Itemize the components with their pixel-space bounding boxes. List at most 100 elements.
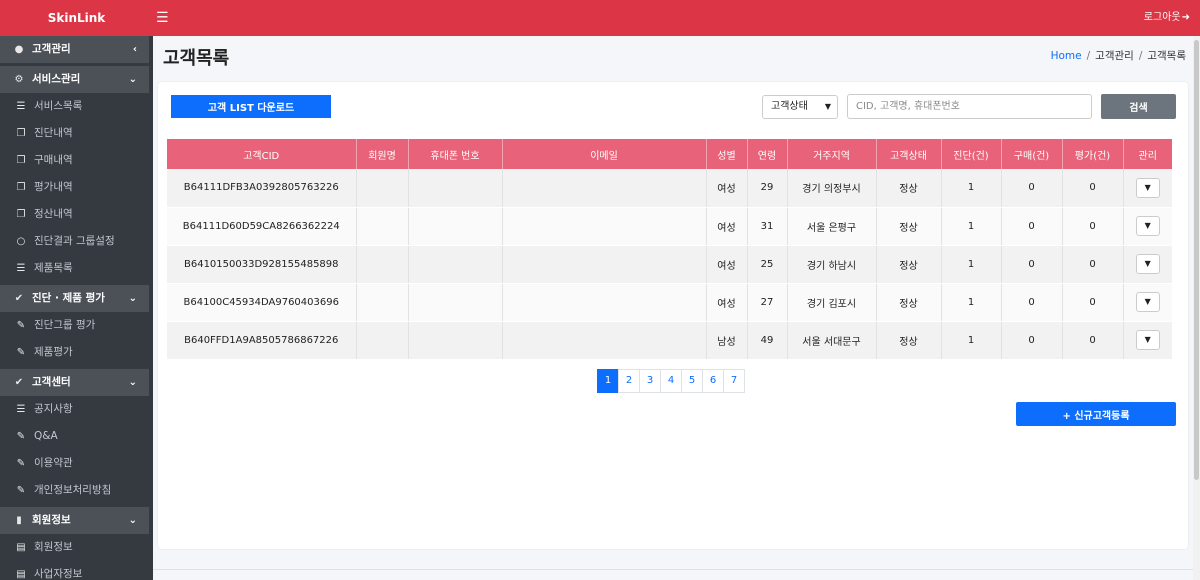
column-header[interactable]: 휴대폰 번호 xyxy=(408,139,503,169)
page-scrollbar[interactable] xyxy=(1193,36,1200,580)
table-cell: B64100C45934DA9760403696 xyxy=(167,283,357,322)
sidebar-item[interactable]: ❐ 평가내역 xyxy=(0,174,153,201)
sidebar-item[interactable]: ✎ 진단그룹 평가 xyxy=(0,312,153,339)
sidebar-item[interactable]: ❐ 진단내역 xyxy=(0,120,153,147)
sidebar-item-label: 서비스관리 xyxy=(32,73,81,85)
sidebar-item-label: 고객센터 xyxy=(32,376,71,388)
sidebar-item[interactable]: ✎ 제품평가 xyxy=(0,339,153,366)
sidebar-section[interactable]: ▮ 회원정보 ⌄ xyxy=(0,507,149,534)
table-cell xyxy=(356,245,409,284)
column-header[interactable]: 회원명 xyxy=(356,139,409,169)
sidebar-item[interactable]: ❐ 정산내역 xyxy=(0,201,153,228)
table-row[interactable]: B6410150033D928155485898 여성 25 경기 하남시 정상 1 0 0 ▼ xyxy=(167,245,1172,284)
sidebar-section[interactable]: ⚙ 서비스관리 ⌄ xyxy=(0,66,149,93)
sidebar-section[interactable]: ✔ 고객센터 ⌄ xyxy=(0,369,149,396)
chevron-left-icon: ‹ xyxy=(132,44,137,55)
check-circle-icon: ✔ xyxy=(14,377,24,388)
table-cell xyxy=(502,169,707,208)
table-row[interactable]: B64100C45934DA9760403696 여성 27 경기 김포시 정상 1 0 0 ▼ xyxy=(167,283,1172,322)
add-customer-button[interactable]: + 신규고객등록 xyxy=(1016,402,1176,426)
footer-divider xyxy=(153,569,1193,570)
page-link[interactable]: 2 xyxy=(618,369,640,393)
page-link[interactable]: 1 xyxy=(597,369,619,393)
table-cell: 여성 xyxy=(706,207,748,246)
search-input[interactable] xyxy=(847,94,1092,119)
column-header[interactable]: 이메일 xyxy=(502,139,707,169)
top-navbar: SkinLink ☰ 로그아웃➜ xyxy=(0,0,1200,36)
sidebar-item[interactable]: ☰ 제품목록 xyxy=(0,255,153,282)
customer-table: 고객CID 회원명 휴대폰 번호 이메일 성별 연령 거주지역 고객상태 진단(건) 구매(건) 평… xyxy=(167,139,1172,360)
sidebar-item-label: 진단내역 xyxy=(34,127,73,139)
column-header[interactable]: 거주지역 xyxy=(787,139,877,169)
status-select-value: 고객상태 xyxy=(771,101,808,112)
id-card-icon: ▤ xyxy=(16,569,26,580)
sidebar-item-label: 진단 · 제품 평가 xyxy=(32,292,105,304)
row-action-dropdown-button[interactable]: ▼ xyxy=(1135,177,1160,198)
sidebar-item[interactable]: ❐ 구매내역 xyxy=(0,147,153,174)
table-cell: 여성 xyxy=(706,169,748,208)
table-cell: 0 xyxy=(1062,283,1124,322)
sidebar-item[interactable]: ☰ 공지사항 xyxy=(0,396,153,423)
table-cell xyxy=(502,283,707,322)
row-action-dropdown-button[interactable]: ▼ xyxy=(1135,216,1160,236)
sidebar-item-label: 서비스목록 xyxy=(34,100,83,112)
sidebar-item[interactable]: ○ 진단결과 그룹설정 xyxy=(0,228,153,255)
table-cell: 1 xyxy=(941,283,1002,322)
table-cell: 0 xyxy=(1062,169,1124,208)
scrollbar-thumb[interactable] xyxy=(1194,40,1199,480)
chevron-down-icon: ⌄ xyxy=(128,377,137,388)
column-header[interactable]: 성별 xyxy=(706,139,748,169)
page-link[interactable]: 7 xyxy=(723,369,745,393)
table-cell: B64111DFB3A0392805763226 xyxy=(167,169,357,208)
table-cell: 정상 xyxy=(876,169,942,208)
row-action-dropdown-button[interactable]: ▼ xyxy=(1135,330,1160,350)
page-link[interactable]: 5 xyxy=(681,369,703,393)
table-row[interactable]: B64111DFB3A0392805763226 여성 29 경기 의정부시 정상 1 0 0… xyxy=(167,169,1172,208)
check-circle-icon: ✔ xyxy=(14,293,24,304)
column-header[interactable]: 평가(건) xyxy=(1062,139,1124,169)
copy-icon: ❐ xyxy=(16,209,26,220)
table-cell: 경기 의정부시 xyxy=(787,169,877,208)
table-row[interactable]: B64111D60D59CA8266362224 여성 31 서울 은평구 정상 1 0 0 ▼ xyxy=(167,207,1172,246)
page-link[interactable]: 4 xyxy=(660,369,682,393)
logout-button[interactable]: 로그아웃➜ xyxy=(1144,0,1190,36)
sidebar-section[interactable]: ✔ 진단 · 제품 평가 ⌄ xyxy=(0,285,149,312)
table-cell: 정상 xyxy=(876,207,942,246)
column-header[interactable]: 고객상태 xyxy=(876,139,942,169)
sidebar-item[interactable]: ✎ 개인정보처리방침 xyxy=(0,477,153,504)
breadcrumb-item[interactable]: 고객관리 xyxy=(1095,50,1134,62)
search-button[interactable]: 검색 xyxy=(1101,94,1176,119)
sidebar-item[interactable]: ▤ 사업자정보 xyxy=(0,561,153,580)
column-header[interactable]: 진단(건) xyxy=(941,139,1002,169)
sidebar-item[interactable]: ✎ Q&A xyxy=(0,423,153,450)
sidebar-item[interactable]: ☰ 서비스목록 xyxy=(0,93,153,120)
download-list-button[interactable]: 고객 LIST 다운로드 xyxy=(171,95,331,118)
column-header[interactable]: 구매(건) xyxy=(1001,139,1063,169)
sidebar-item-label: 제품목록 xyxy=(34,262,73,274)
table-row[interactable]: B640FFD1A9A8505786867226 남성 49 서울 서대문구 정상 1 0 0… xyxy=(167,321,1172,360)
sidebar-section[interactable]: ● 고객관리 ‹ xyxy=(0,36,149,63)
sidebar-item[interactable]: ✎ 이용약관 xyxy=(0,450,153,477)
customer-status-select[interactable]: 고객상태 ▼ xyxy=(762,95,838,119)
customer-list-card: 고객 LIST 다운로드 고객상태 ▼ 검색 고객CID회원명휴대폰 번호이메일… xyxy=(158,82,1188,549)
menu-toggle-icon[interactable]: ☰ xyxy=(156,10,170,26)
brand-logo[interactable]: SkinLink xyxy=(0,0,153,36)
table-cell: B6410150033D928155485898 xyxy=(167,245,357,284)
table-cell xyxy=(408,321,503,360)
row-action-dropdown-button[interactable]: ▼ xyxy=(1135,254,1160,274)
page-link[interactable]: 6 xyxy=(702,369,724,393)
table-cell: 정상 xyxy=(876,283,942,322)
table-cell: 27 xyxy=(747,283,788,322)
page-link[interactable]: 3 xyxy=(639,369,661,393)
table-cell: 0 xyxy=(1062,321,1124,360)
column-header[interactable]: 연령 xyxy=(747,139,788,169)
table-cell xyxy=(356,169,409,208)
breadcrumb-home-link[interactable]: Home xyxy=(1051,50,1082,62)
column-header[interactable]: 고객CID xyxy=(167,139,357,169)
row-action-dropdown-button[interactable]: ▼ xyxy=(1135,292,1160,312)
list-icon: ☰ xyxy=(16,263,26,274)
sidebar-item-label: 제품평가 xyxy=(34,346,73,358)
logout-label: 로그아웃 xyxy=(1143,12,1181,23)
column-header[interactable]: 관리 xyxy=(1123,139,1172,169)
sidebar-item[interactable]: ▤ 회원정보 xyxy=(0,534,153,561)
